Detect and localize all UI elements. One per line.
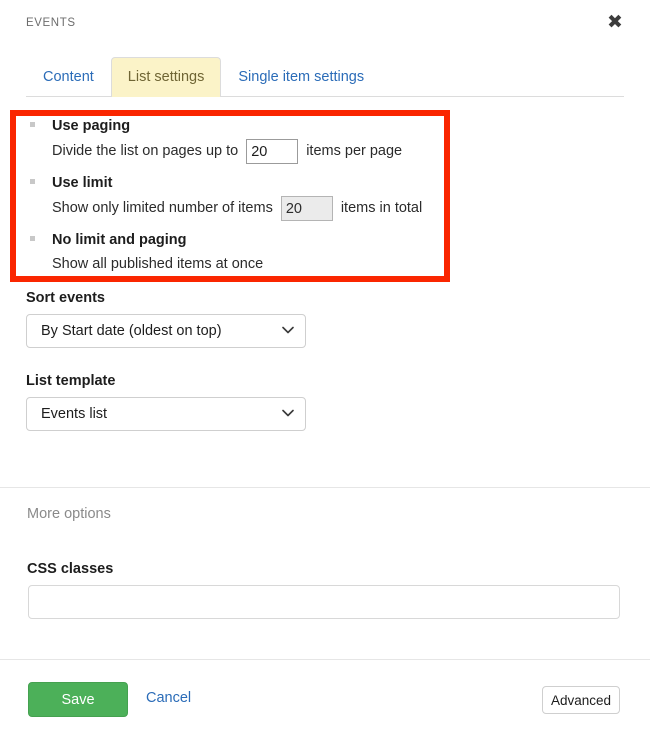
page-title: EVENTS: [26, 17, 76, 29]
limit-desc-before: Show only limited number of items: [52, 197, 273, 220]
radio-desc-no-limit: Show all published items at once: [52, 253, 446, 276]
radio-option-no-limit-and-paging[interactable]: No limit and paging Show all published i…: [26, 231, 446, 276]
radio-option-use-paging[interactable]: Use paging Divide the list on pages up t…: [26, 117, 446, 164]
radio-desc-use-paging: Divide the list on pages up to items per…: [52, 139, 446, 164]
paging-desc-after: items per page: [306, 140, 402, 163]
tab-list-settings[interactable]: List settings: [111, 57, 222, 97]
items-per-page-input[interactable]: [246, 139, 298, 164]
radio-label-no-limit: No limit and paging: [52, 231, 446, 250]
tab-content[interactable]: Content: [26, 57, 111, 97]
tab-bar: Content List settings Single item settin…: [26, 46, 624, 97]
close-icon[interactable]: ✖: [604, 11, 626, 33]
advanced-button[interactable]: Advanced: [542, 686, 620, 714]
more-options-heading: More options: [27, 506, 111, 522]
list-template-select-wrap: Events list: [26, 397, 306, 431]
radio-label-use-limit: Use limit: [52, 174, 446, 193]
sort-events-label: Sort events: [26, 290, 306, 306]
paging-desc-before: Divide the list on pages up to: [52, 140, 238, 163]
radio-icon[interactable]: [30, 122, 35, 127]
items-in-total-input[interactable]: [281, 196, 333, 221]
tab-single-item-settings[interactable]: Single item settings: [221, 57, 381, 97]
sort-events-field: Sort events By Start date (oldest on top…: [26, 290, 306, 348]
radio-option-use-limit[interactable]: Use limit Show only limited number of it…: [26, 174, 446, 221]
radio-icon[interactable]: [30, 179, 35, 184]
css-classes-input[interactable]: [28, 585, 620, 619]
save-button[interactable]: Save: [28, 682, 128, 717]
radio-label-use-paging: Use paging: [52, 117, 446, 136]
sort-events-select[interactable]: By Start date (oldest on top): [26, 314, 306, 348]
list-template-label: List template: [26, 373, 306, 389]
list-template-field: List template Events list: [26, 373, 306, 431]
no-limit-desc: Show all published items at once: [52, 253, 263, 276]
section-divider-footer: [0, 659, 650, 660]
paging-mode-radio-group: Use paging Divide the list on pages up t…: [26, 117, 446, 286]
cancel-button[interactable]: Cancel: [146, 690, 191, 706]
sort-events-select-wrap: By Start date (oldest on top): [26, 314, 306, 348]
css-classes-label: CSS classes: [27, 561, 113, 577]
section-divider-top: [0, 487, 650, 488]
limit-desc-after: items in total: [341, 197, 422, 220]
radio-icon[interactable]: [30, 236, 35, 241]
radio-desc-use-limit: Show only limited number of items items …: [52, 196, 446, 221]
dialog-header: EVENTS ✖: [0, 0, 650, 46]
list-template-select[interactable]: Events list: [26, 397, 306, 431]
